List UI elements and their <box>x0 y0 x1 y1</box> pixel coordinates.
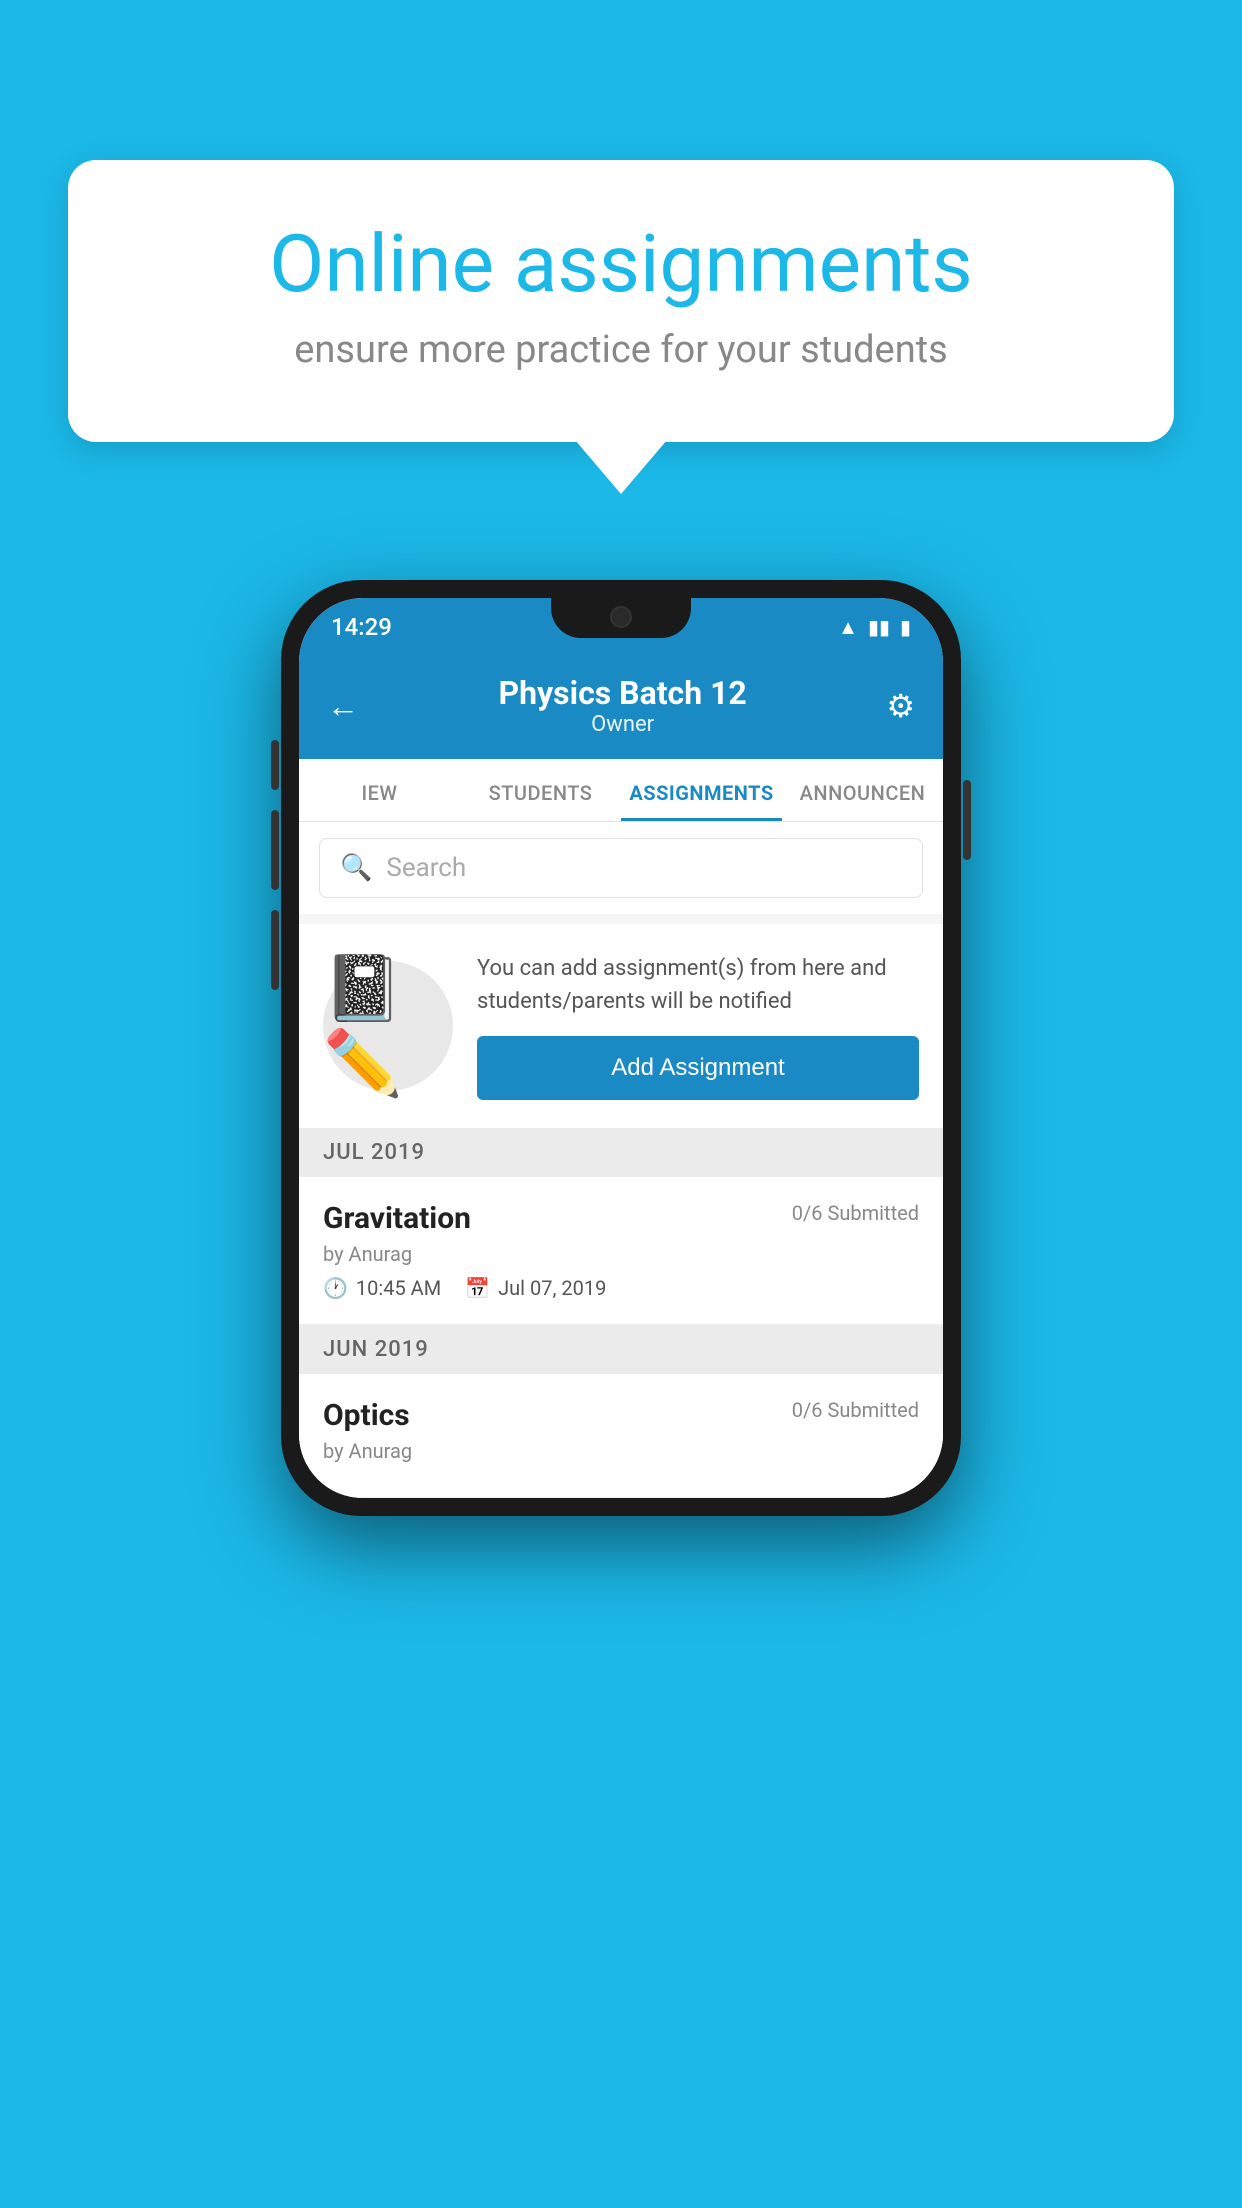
section-label-jul: JUL 2019 <box>323 1140 425 1165</box>
promo-section: 📓✏️ You can add assignment(s) from here … <box>299 924 943 1128</box>
section-label-jun: JUN 2019 <box>323 1337 429 1362</box>
screen-content: 🔍 Search 📓✏️ You can add assignment(s) f… <box>299 822 943 1498</box>
tab-iew-label: IEW <box>361 781 397 805</box>
bubble-title: Online assignments <box>138 220 1104 308</box>
tab-iew[interactable]: IEW <box>299 759 460 821</box>
promo-icon-circle: 📓✏️ <box>323 961 453 1091</box>
tab-assignments-label: ASSIGNMENTS <box>629 781 773 805</box>
assignment-row1: Gravitation 0/6 Submitted <box>323 1201 919 1236</box>
assignment-time: 10:45 AM <box>356 1276 441 1300</box>
assignment-name-optics: Optics <box>323 1398 410 1433</box>
volume-down-button <box>271 810 279 890</box>
tab-assignments[interactable]: ASSIGNMENTS <box>621 759 782 821</box>
phone-screen: 14:29 ▲ ▮▮ ▮ ← Physics Batch 12 Owner ⚙ <box>299 598 943 1498</box>
phone-notch <box>551 598 691 638</box>
search-bar-wrapper: 🔍 Search <box>299 822 943 914</box>
time-info: 🕐 10:45 AM <box>323 1276 441 1300</box>
assignment-submitted-gravitation: 0/6 Submitted <box>792 1201 919 1225</box>
batch-title: Physics Batch 12 <box>359 674 886 712</box>
speech-bubble: Online assignments ensure more practice … <box>68 160 1174 442</box>
search-icon: 🔍 <box>340 853 372 883</box>
assignment-optics[interactable]: Optics 0/6 Submitted by Anurag <box>299 1374 943 1498</box>
clock-icon: 🕐 <box>323 1276 348 1300</box>
status-time: 14:29 <box>331 613 392 641</box>
silent-button <box>271 910 279 990</box>
bubble-subtitle: ensure more practice for your students <box>138 328 1104 372</box>
assignment-gravitation[interactable]: Gravitation 0/6 Submitted by Anurag 🕐 10… <box>299 1177 943 1325</box>
calendar-icon: 📅 <box>465 1276 490 1300</box>
tabs-bar: IEW STUDENTS ASSIGNMENTS ANNOUNCEN <box>299 759 943 822</box>
settings-icon[interactable]: ⚙ <box>886 687 915 725</box>
tab-announcements-label: ANNOUNCEN <box>800 781 926 805</box>
add-assignment-button[interactable]: Add Assignment <box>477 1036 919 1100</box>
phone-device: 14:29 ▲ ▮▮ ▮ ← Physics Batch 12 Owner ⚙ <box>281 580 961 1516</box>
assignment-submitted-optics: 0/6 Submitted <box>792 1398 919 1422</box>
assignment-optics-row1: Optics 0/6 Submitted <box>323 1398 919 1433</box>
assignment-by-gravitation: by Anurag <box>323 1242 919 1266</box>
tab-students-label: STUDENTS <box>489 781 593 805</box>
assignment-meta-gravitation: 🕐 10:45 AM 📅 Jul 07, 2019 <box>323 1276 919 1300</box>
signal-icon: ▮▮ <box>868 615 890 639</box>
owner-label: Owner <box>359 712 886 737</box>
promo-right: You can add assignment(s) from here and … <box>477 952 919 1100</box>
back-button[interactable]: ← <box>327 687 359 725</box>
assignment-by-optics: by Anurag <box>323 1439 919 1463</box>
status-icons: ▲ ▮▮ ▮ <box>838 615 911 640</box>
wifi-icon: ▲ <box>838 615 858 640</box>
section-header-jul: JUL 2019 <box>299 1128 943 1177</box>
volume-up-button <box>271 740 279 790</box>
power-button <box>963 780 971 860</box>
front-camera <box>610 606 632 628</box>
assignment-name-gravitation: Gravitation <box>323 1201 471 1236</box>
battery-icon: ▮ <box>900 615 911 639</box>
search-input[interactable]: Search <box>386 853 466 883</box>
header-center: Physics Batch 12 Owner <box>359 674 886 737</box>
section-header-jun: JUN 2019 <box>299 1325 943 1374</box>
assignment-date: Jul 07, 2019 <box>498 1276 606 1300</box>
promo-description: You can add assignment(s) from here and … <box>477 952 919 1018</box>
date-info: 📅 Jul 07, 2019 <box>465 1276 606 1300</box>
app-header: ← Physics Batch 12 Owner ⚙ <box>299 656 943 759</box>
phone-shell: 14:29 ▲ ▮▮ ▮ ← Physics Batch 12 Owner ⚙ <box>281 580 961 1516</box>
tab-students[interactable]: STUDENTS <box>460 759 621 821</box>
tab-announcements[interactable]: ANNOUNCEN <box>782 759 943 821</box>
search-bar[interactable]: 🔍 Search <box>319 838 923 898</box>
notebook-icon: 📓✏️ <box>323 951 453 1101</box>
